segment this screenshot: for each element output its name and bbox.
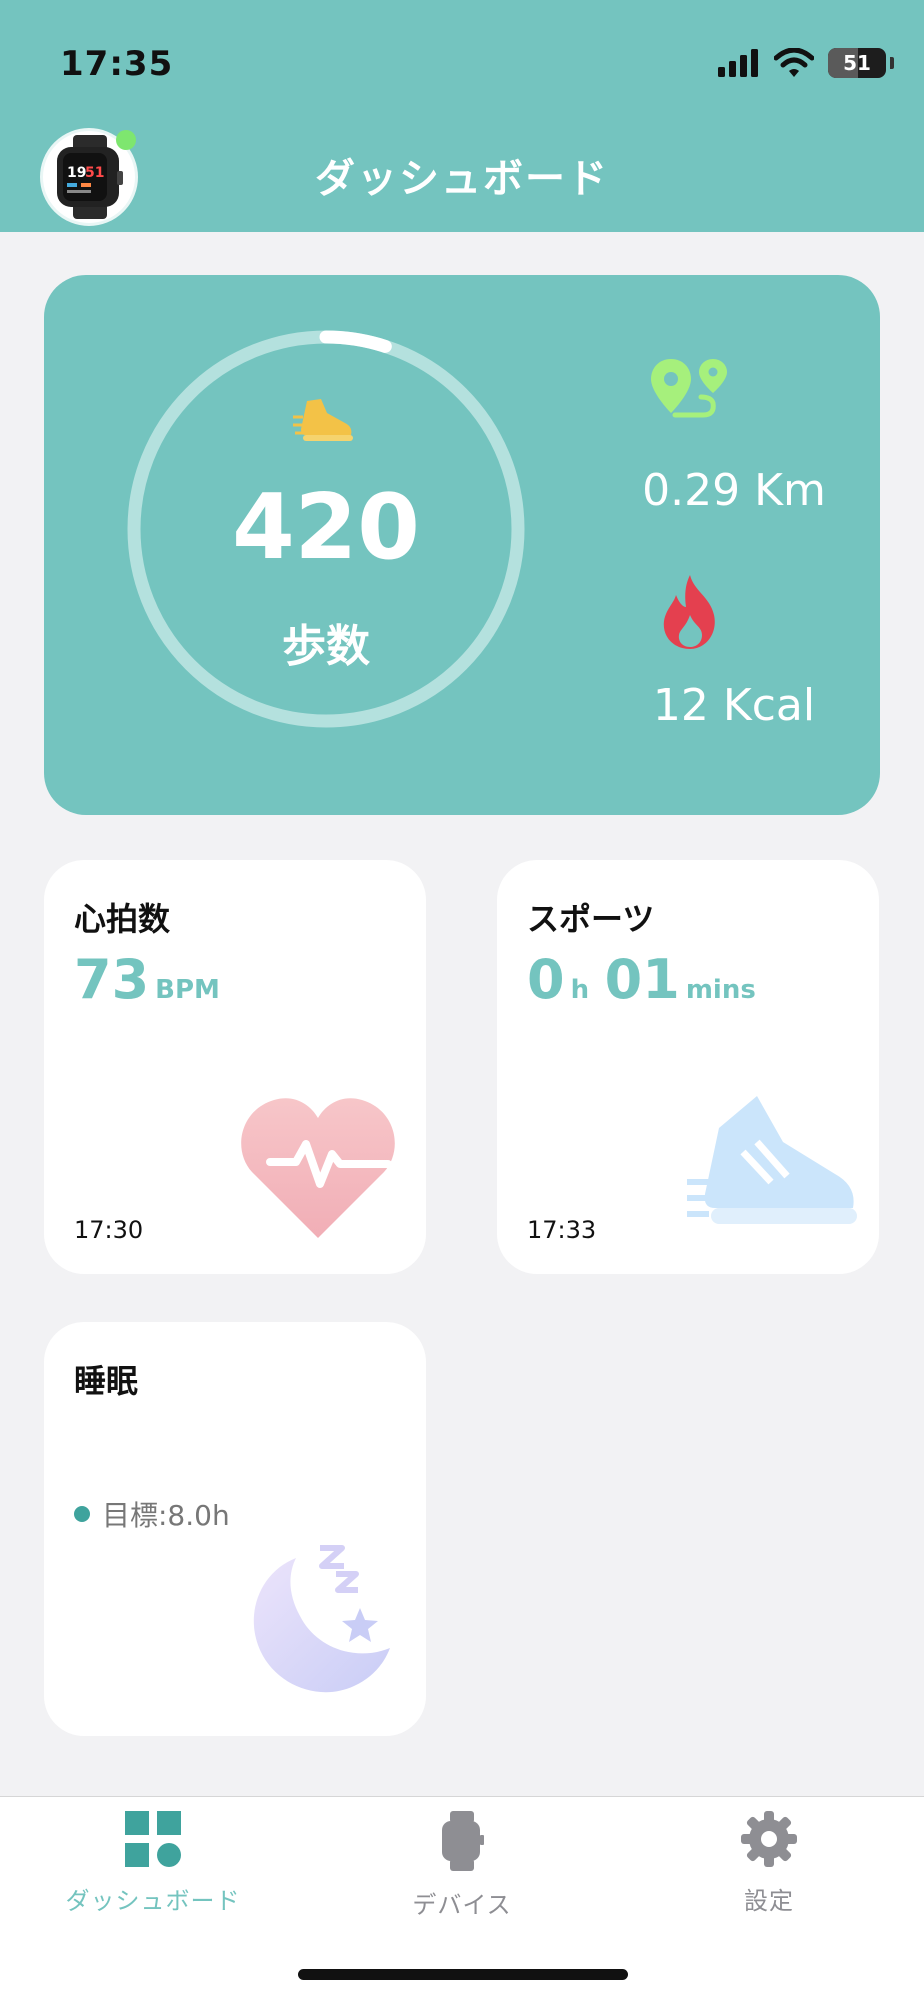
heart-rate-time: 17:30 — [74, 1216, 144, 1244]
battery-percent: 51 — [843, 51, 871, 75]
sport-minutes-unit: mins — [685, 975, 756, 1005]
sleep-title: 睡眠 — [74, 1362, 139, 1400]
sport-hours-unit: h — [570, 975, 590, 1005]
tab-settings[interactable]: 設定 — [659, 1811, 879, 1916]
heart-rate-title: 心拍数 — [74, 900, 171, 938]
calorie-flame-icon — [663, 575, 715, 649]
heart-rate-card[interactable]: 心拍数 73 BPM 17:30 — [44, 860, 426, 1274]
watch-icon — [442, 1811, 484, 1871]
sport-minutes-value: 01 — [604, 948, 680, 1011]
status-icons: 51 — [718, 48, 894, 78]
sport-duration: 0h 01 mins — [527, 948, 756, 1011]
sport-title: スポーツ — [527, 900, 655, 938]
running-shoe-icon — [687, 1096, 857, 1224]
tab-dashboard[interactable]: ダッシュボード — [43, 1811, 263, 1916]
wifi-icon — [774, 48, 814, 77]
heart-rate-metric: 73 BPM — [74, 948, 220, 1011]
steps-shoe-icon — [293, 399, 353, 441]
activity-summary-card[interactable]: 420 歩数 0.29 Km 12 Kcal — [44, 275, 880, 815]
heartbeat-icon — [241, 1098, 395, 1238]
sport-card[interactable]: スポーツ 0h 01 mins 17:33 — [497, 860, 879, 1274]
route-map-icon — [651, 359, 727, 418]
tab-settings-label: 設定 — [744, 1887, 794, 1915]
cellular-signal-icon — [718, 49, 758, 77]
status-time: 17:35 — [60, 44, 174, 84]
page-title: ダッシュボード — [315, 156, 609, 202]
tab-device-label: デバイス — [412, 1891, 512, 1919]
sport-hours-value: 0 — [527, 948, 565, 1011]
calorie-value: 12 Kcal — [652, 680, 816, 731]
battery-tip — [890, 57, 894, 69]
tab-dashboard-label: ダッシュボード — [65, 1887, 241, 1915]
goal-dot — [74, 1506, 90, 1522]
heart-rate-value: 73 — [74, 948, 150, 1011]
distance-value: 0.29 Km — [642, 465, 826, 516]
home-indicator — [298, 1969, 628, 1980]
tab-device[interactable]: デバイス — [352, 1811, 572, 1920]
heart-rate-unit: BPM — [155, 975, 220, 1005]
sleep-moon-icon — [253, 1545, 390, 1693]
dashboard-grid-icon — [125, 1811, 181, 1867]
sleep-goal-text: 目標:8.0h — [102, 1499, 230, 1532]
steps-value: 420 — [232, 475, 420, 580]
app-header: 17:35 51 19 51 ダッシュボード — [0, 0, 924, 232]
sleep-goal: 目標:8.0h — [74, 1494, 230, 1534]
battery-indicator: 51 — [828, 48, 886, 78]
steps-label: 歩数 — [282, 621, 370, 672]
sport-time: 17:33 — [527, 1216, 597, 1244]
sleep-card[interactable]: 睡眠 目標:8.0h — [44, 1322, 426, 1736]
gear-icon — [741, 1811, 797, 1867]
